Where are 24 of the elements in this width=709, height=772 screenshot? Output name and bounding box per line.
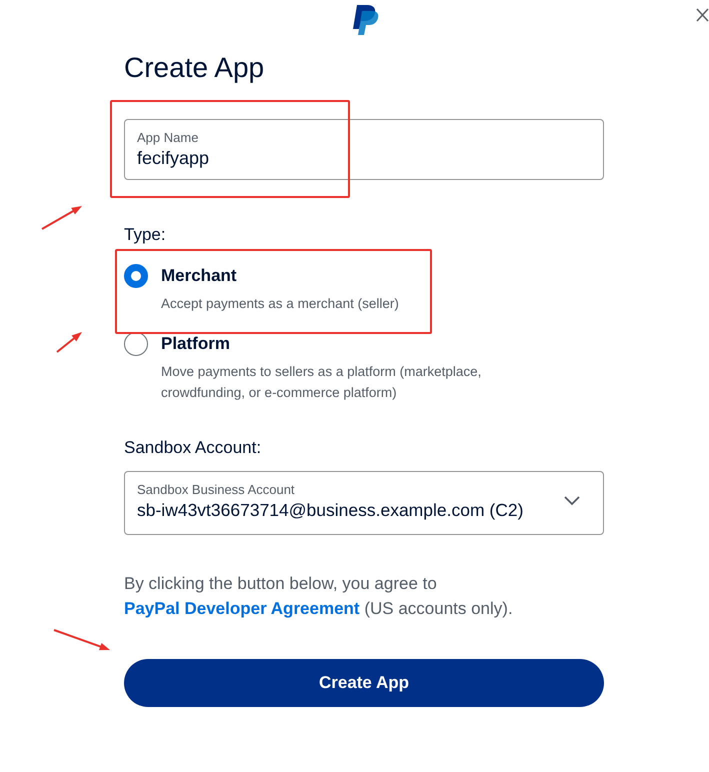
agreement-text: By clicking the button below, you agree to PayPal Developer Agreement (US accounts only). bbox=[124, 573, 514, 620]
logo-icon bbox=[352, 5, 379, 35]
app-name-field[interactable]: App Name fecifyapp bbox=[124, 119, 604, 180]
field-label: App Name bbox=[137, 130, 200, 145]
option-description: Move payments to sellers as a platform (marketplace, crowdfunding, or e-commerce platform) bbox=[161, 363, 482, 402]
radio-button[interactable] bbox=[124, 332, 148, 356]
field-value: sb-iw43vt36673714@business.example.com (C2) bbox=[137, 500, 524, 521]
field-value: fecifyapp bbox=[137, 148, 210, 169]
type-label: Type: bbox=[124, 225, 167, 245]
radio-button[interactable] bbox=[124, 264, 148, 288]
agreement-link[interactable]: PayPal Developer Agreement bbox=[124, 599, 360, 618]
annotation-arrow bbox=[42, 206, 82, 230]
create-app-button[interactable]: Create App bbox=[124, 659, 604, 707]
option-title: Merchant bbox=[161, 266, 238, 286]
annotation-arrow bbox=[54, 629, 110, 650]
close-icon[interactable] bbox=[696, 8, 709, 22]
annotation-arrow bbox=[56, 332, 82, 353]
account-select[interactable]: Sandbox Business Account sb-iw43vt36673714@business.example.com (C2) bbox=[124, 471, 604, 535]
page-title: Create App bbox=[124, 52, 266, 85]
sandbox-label: Sandbox Account: bbox=[124, 438, 262, 458]
field-label: Sandbox Business Account bbox=[137, 482, 296, 497]
option-description: Accept payments as a merchant (seller) bbox=[161, 295, 399, 313]
chevron-down-icon bbox=[564, 496, 580, 506]
option-title: Platform bbox=[161, 334, 231, 354]
